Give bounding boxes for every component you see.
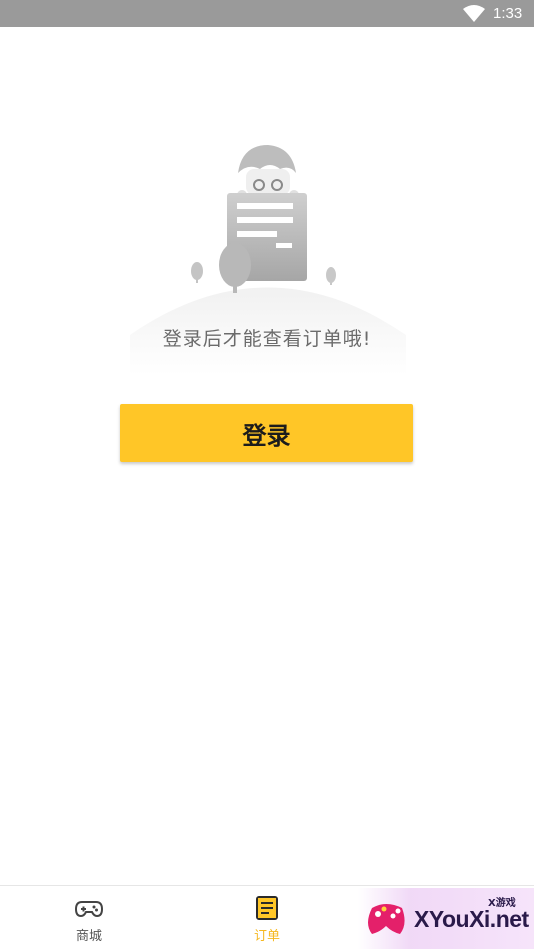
tab-orders[interactable]: 订单 (178, 886, 356, 949)
tab-mall[interactable]: 商城 (0, 886, 178, 949)
tab-mall-label: 商城 (75, 929, 102, 944)
status-time: 1:33 (493, 5, 523, 22)
empty-state-message: 登录后才能查看订单哦! (162, 328, 372, 350)
watermark: XYouXi.net X游戏 (358, 888, 534, 949)
login-button[interactable]: 登录 (120, 404, 413, 462)
watermark-tag: X游戏 (488, 898, 516, 909)
tab-orders-label: 订单 (253, 929, 280, 944)
watermark-site: XYouXi.net (414, 906, 529, 932)
order-list-icon (256, 896, 278, 920)
wifi-icon (463, 5, 485, 22)
gamepad-icon (75, 901, 103, 918)
gamepad-logo-icon (368, 904, 405, 934)
status-bar: 1:33 (0, 0, 534, 27)
